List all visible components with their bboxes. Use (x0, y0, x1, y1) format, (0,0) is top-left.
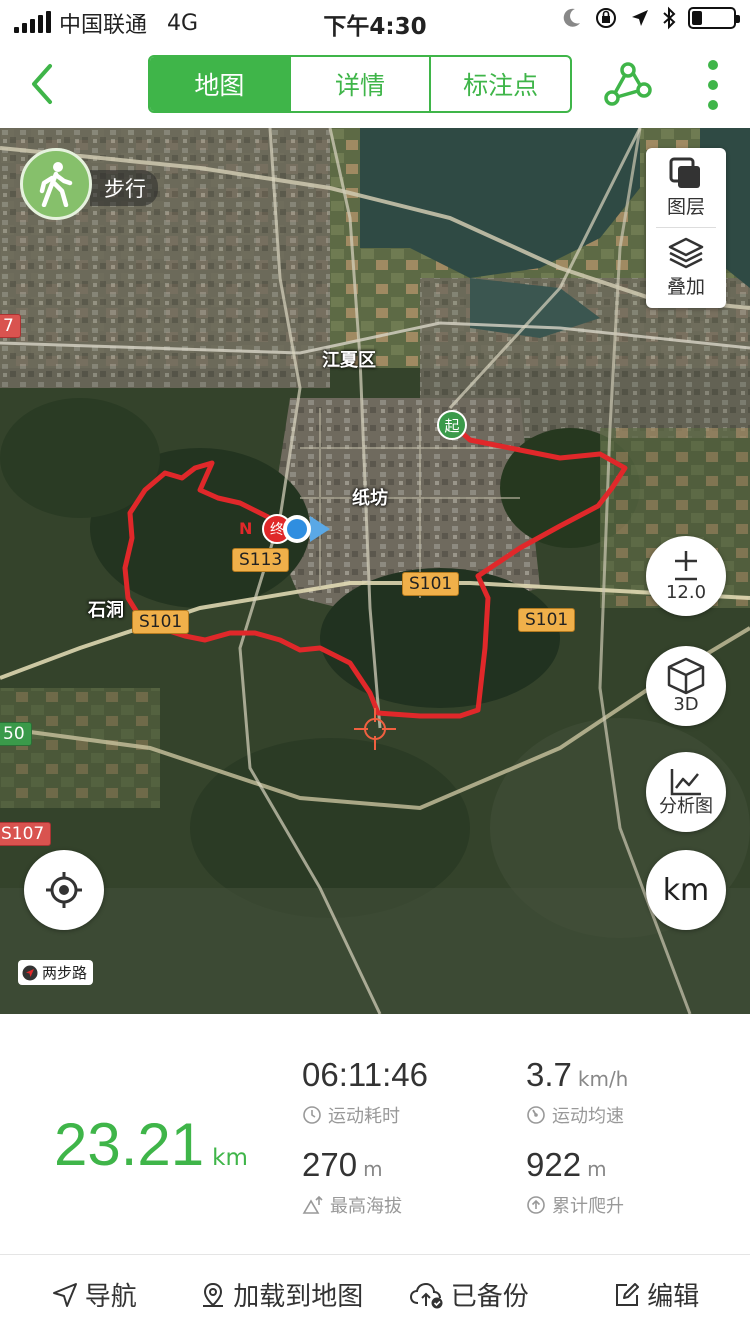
start-marker-label: 起 (444, 416, 460, 435)
duration-stat: 06:11:46 运动耗时 (302, 1056, 428, 1128)
road-badge: S107 (0, 822, 52, 846)
total-climb-stat: 922 m 累计爬升 (526, 1146, 624, 1218)
locate-button[interactable] (24, 850, 104, 930)
zoom-level: 12.0 (665, 582, 707, 603)
max-altitude-stat: 270 m 最高海拔 (302, 1146, 402, 1218)
place-label: 江夏区 (322, 350, 376, 371)
stats-panel: 23.21 km 06:11:46 运动耗时 3.7 km/h 运动均速 270 m… (0, 1014, 750, 1254)
bottom-toolbar: 导航 加载到地图 已备份 编辑 (0, 1254, 750, 1334)
chevron-left-icon (32, 64, 52, 104)
view-tabs: 地图 详情 标注点 (148, 55, 572, 113)
moon-icon (563, 8, 580, 27)
total-climb-caption: 累计爬升 (552, 1196, 624, 1217)
avg-speed-value: 3.7 (526, 1056, 572, 1093)
road-badge: S101 (132, 610, 190, 634)
duration-caption: 运动耗时 (328, 1106, 400, 1127)
edit-label: 编辑 (647, 1282, 700, 1312)
status-bar: 中国联通 4G 下午4:30 (0, 0, 750, 40)
unit-button[interactable]: km (646, 850, 726, 930)
load-to-map-label: 加载到地图 (233, 1282, 364, 1312)
location-arrow-icon (632, 10, 648, 26)
backup-label: 已备份 (450, 1282, 529, 1312)
navigate-button[interactable]: 导航 (0, 1255, 188, 1334)
place-label: 石洞 (88, 600, 124, 621)
more-button[interactable] (698, 60, 728, 110)
nav-bar: 地图 详情 标注点 (0, 40, 750, 128)
zoom-button[interactable]: 12.0 (646, 536, 726, 616)
edit-button[interactable]: 编辑 (563, 1255, 750, 1334)
layers-icon (669, 157, 700, 188)
layer-panel: 图层 叠加 (646, 148, 726, 308)
layers-label: 图层 (666, 195, 705, 218)
tab-details[interactable]: 详情 (288, 57, 430, 111)
navigate-icon (52, 1282, 77, 1307)
backup-button[interactable]: 已备份 (375, 1255, 563, 1334)
crosshair-icon (354, 708, 396, 750)
tab-map-label: 地图 (194, 71, 245, 100)
road-badge: S101 (402, 572, 460, 596)
line-chart-icon (670, 769, 701, 796)
zoom-plus-minus-icon (675, 551, 697, 581)
road-badge: S113 (232, 548, 290, 572)
view-3d-button[interactable]: 3D (646, 646, 726, 726)
share-button[interactable] (600, 58, 654, 112)
road-badge: S101 (518, 608, 576, 632)
map-provider-badge: 两步路 (18, 960, 94, 985)
share-icon (604, 62, 652, 106)
cube-icon (667, 657, 705, 695)
overlay-label: 叠加 (666, 275, 705, 298)
navigate-label: 导航 (84, 1282, 137, 1312)
battery-icon (688, 7, 740, 29)
total-climb-unit: m (587, 1157, 607, 1181)
svg-text:N: N (239, 519, 252, 538)
satellite-map (0, 128, 750, 1014)
speedometer-icon (527, 1106, 545, 1124)
distance-value: 23.21 (54, 1111, 205, 1178)
edit-icon (616, 1282, 640, 1306)
road-badge: 7 (0, 314, 21, 338)
distance-unit: km (212, 1145, 248, 1171)
tab-map[interactable]: 地图 (150, 57, 289, 111)
unit-label: km (662, 872, 710, 908)
max-altitude-value: 270 (302, 1146, 358, 1183)
avg-speed-unit: km/h (577, 1067, 629, 1091)
locate-icon (46, 872, 82, 908)
current-location-icon (283, 515, 330, 543)
total-climb-value: 922 (526, 1146, 582, 1183)
tab-details-label: 详情 (335, 71, 386, 100)
rotation-lock-icon (596, 8, 616, 28)
mountain-icon (302, 1195, 323, 1214)
walking-icon (39, 162, 73, 207)
start-marker[interactable]: 起 (437, 410, 467, 440)
max-altitude-unit: m (363, 1157, 383, 1181)
bluetooth-icon (663, 6, 676, 30)
max-altitude-caption: 最高海拔 (330, 1196, 402, 1217)
north-arrow-icon: N (239, 519, 252, 538)
map-pin-icon (203, 1282, 224, 1307)
navigation-arrow-icon (22, 965, 38, 980)
duration-value: 06:11:46 (302, 1056, 429, 1093)
analysis-chart-label: 分析图 (659, 796, 713, 817)
overlay-button[interactable]: 叠加 (646, 228, 726, 306)
stack-icon (668, 237, 704, 268)
road-badge: 50 (0, 722, 32, 746)
activity-type-button[interactable] (20, 148, 92, 220)
analysis-chart-button[interactable]: 分析图 (646, 752, 726, 832)
tab-markers-label: 标注点 (463, 71, 539, 100)
avg-speed-caption: 运动均速 (552, 1106, 624, 1127)
avg-speed-stat: 3.7 km/h 运动均速 (526, 1056, 628, 1128)
cloud-check-icon (409, 1282, 443, 1308)
activity-type-label: 步行 (90, 170, 158, 206)
load-to-map-button[interactable]: 加载到地图 (188, 1255, 376, 1334)
layers-button[interactable]: 图层 (646, 148, 726, 226)
back-button[interactable] (22, 58, 66, 110)
total-distance: 23.21 km (54, 1110, 248, 1179)
provider-label: 两步路 (42, 964, 88, 982)
view-3d-label: 3D (673, 694, 699, 715)
map-view[interactable]: 江夏区 纸坊 石洞 S113 S101 S101 S101 7 50 S107 … (0, 128, 750, 1014)
clock-icon (303, 1106, 321, 1124)
climb-arrow-icon (527, 1196, 545, 1214)
tab-markers[interactable]: 标注点 (429, 57, 570, 111)
place-label: 纸坊 (352, 488, 388, 509)
